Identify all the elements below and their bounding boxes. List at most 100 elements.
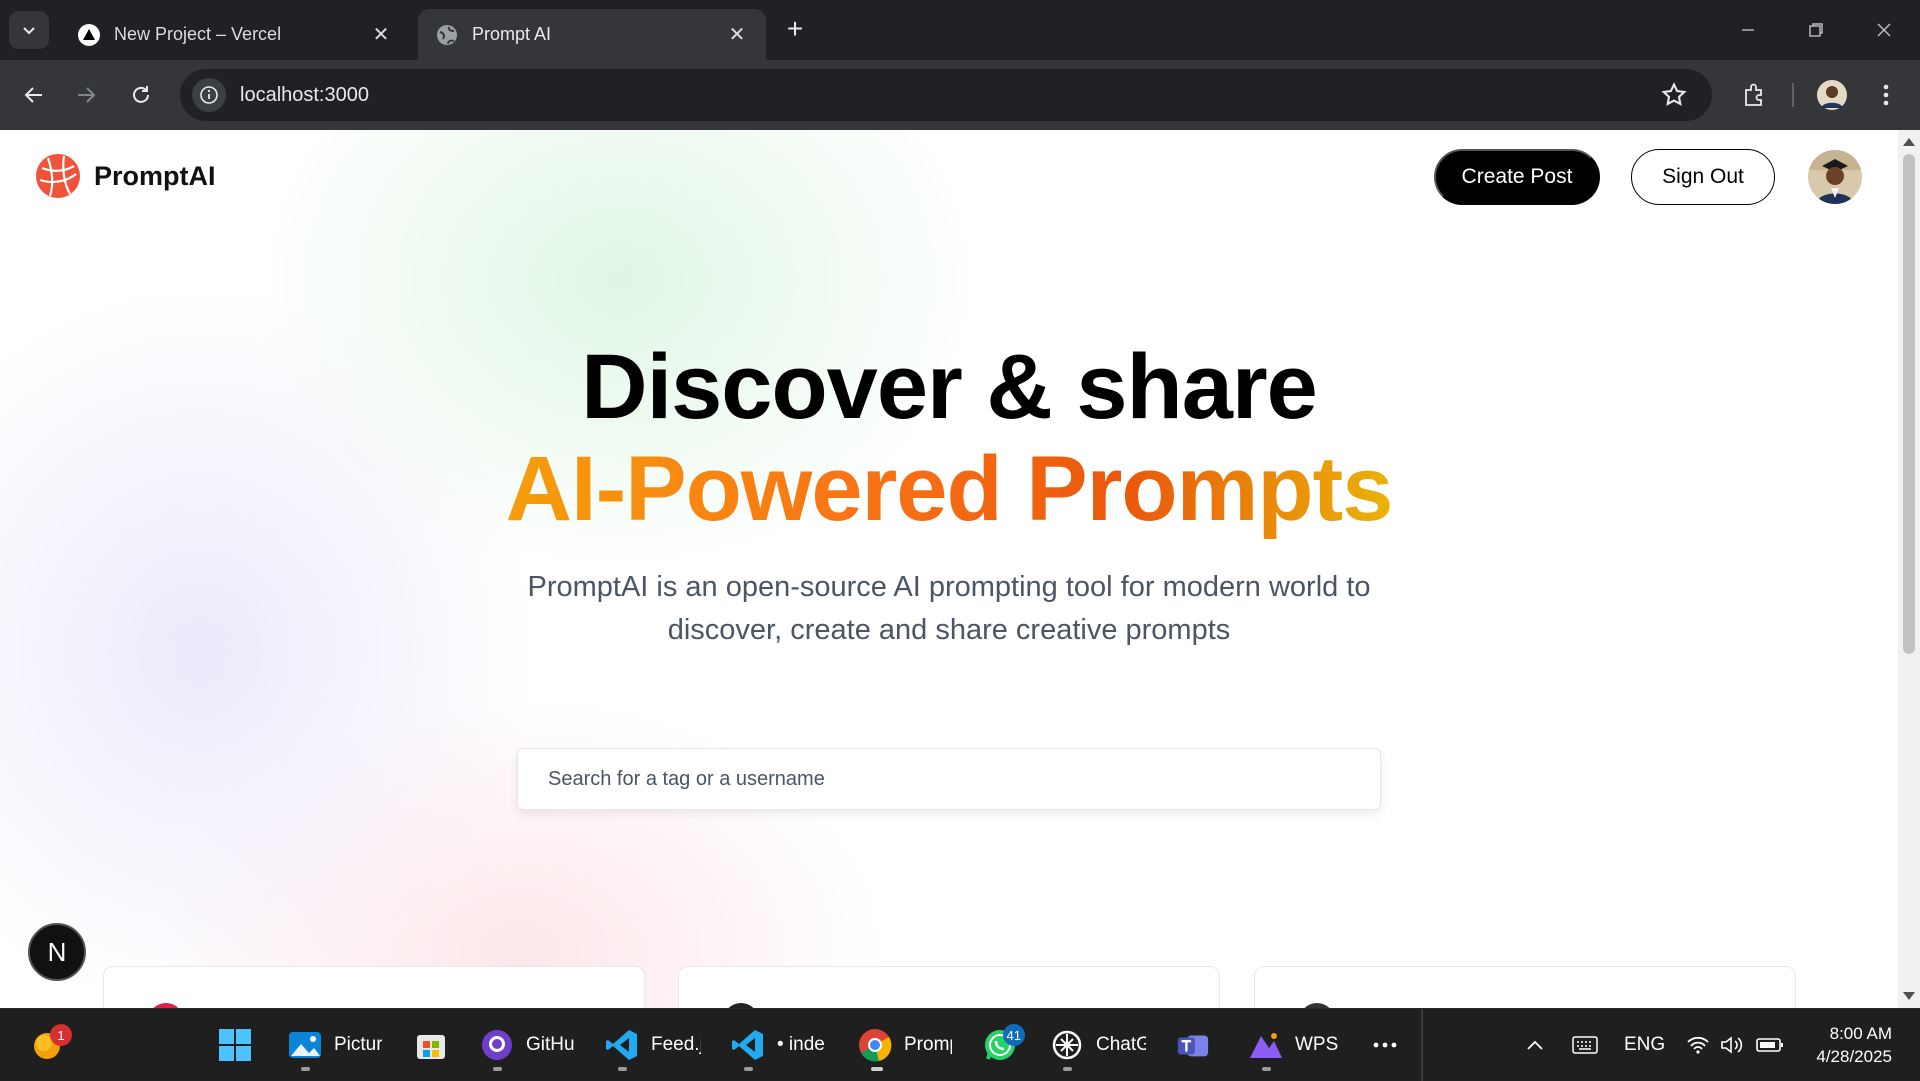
chrome-icon: [858, 1028, 892, 1062]
tab-prompt-ai[interactable]: Prompt AI ✕: [418, 9, 766, 60]
widgets-button[interactable]: 1: [30, 1019, 72, 1071]
reload-button[interactable]: [121, 75, 161, 115]
running-indicator: [301, 1067, 310, 1071]
weather-icon: 1: [30, 1024, 72, 1062]
nextjs-dev-indicator[interactable]: N: [28, 923, 86, 981]
browser-toolbar: localhost:3000: [0, 60, 1920, 130]
windows-icon: [218, 1028, 252, 1062]
hero-highlight-text: AI-Powered Prompts: [505, 438, 1394, 540]
tab-title: New Project – Vercel: [114, 24, 282, 44]
close-window-button[interactable]: [1864, 12, 1904, 48]
toolbar-divider: [1792, 83, 1794, 107]
windows-taskbar: 1 Pictur GitHu Feed.j • inde Prom 41 Cha…: [0, 1008, 1920, 1081]
address-bar[interactable]: localhost:3000: [180, 69, 1712, 121]
reload-icon: [133, 86, 149, 103]
running-indicator: [1063, 1067, 1072, 1071]
taskbar-divider: [1421, 1009, 1423, 1081]
profile-button[interactable]: [1814, 77, 1850, 113]
bookmark-star-icon[interactable]: [1660, 81, 1688, 109]
vscode-icon: [731, 1028, 765, 1062]
avatar: [1817, 80, 1847, 110]
taskbar-app-whatsapp[interactable]: 41: [983, 1019, 1025, 1071]
close-icon[interactable]: ✕: [726, 24, 748, 46]
url-text[interactable]: localhost:3000: [240, 84, 369, 107]
vercel-icon: [78, 23, 100, 46]
taskbar-app-vscode-feed[interactable]: Feed.j: [605, 1019, 701, 1071]
running-indicator: [744, 1067, 753, 1071]
prompt-card[interactable]: [1254, 966, 1796, 1008]
user-avatar[interactable]: [1808, 150, 1862, 204]
taskbar-app-photos[interactable]: Pictur: [288, 1019, 382, 1071]
page-viewport: PromptAI Create Post Sign Out Discover &…: [0, 130, 1898, 1008]
taskbar-app-chatgpt[interactable]: ChatG: [1050, 1019, 1146, 1071]
battery-button[interactable]: [1756, 1009, 1784, 1081]
back-button[interactable]: [14, 75, 54, 115]
wps-icon: [1249, 1028, 1283, 1062]
running-indicator: [618, 1067, 627, 1071]
show-hidden-icons-button[interactable]: [1526, 1009, 1544, 1081]
network-button[interactable]: [1686, 1009, 1710, 1081]
create-post-button[interactable]: Create Post: [1434, 149, 1600, 205]
language-indicator[interactable]: ENG: [1624, 1009, 1665, 1081]
arrow-right-icon: [78, 87, 96, 103]
page-scrollbar[interactable]: [1898, 130, 1920, 1008]
running-indicator: [493, 1067, 502, 1071]
prompt-card[interactable]: [103, 966, 645, 1008]
close-icon[interactable]: ✕: [370, 24, 392, 46]
forward-button[interactable]: [66, 75, 106, 115]
site-info-button[interactable]: [192, 78, 226, 112]
extensions-button[interactable]: [1736, 77, 1772, 113]
speaker-icon: [1721, 1036, 1743, 1054]
github-icon: [480, 1028, 514, 1062]
keyboard-icon: [1572, 1036, 1598, 1054]
sign-out-button[interactable]: Sign Out: [1631, 149, 1775, 205]
info-icon: [200, 86, 218, 104]
taskbar-app-teams[interactable]: [1176, 1019, 1210, 1071]
store-icon: [414, 1028, 448, 1062]
touch-keyboard-button[interactable]: [1572, 1009, 1598, 1081]
start-button[interactable]: [218, 1019, 252, 1071]
notification-badge: 41: [1002, 1024, 1025, 1046]
taskbar-app-label: Pictur: [334, 1034, 382, 1055]
taskbar-app-label: WPS: [1295, 1034, 1339, 1055]
minimize-button[interactable]: [1728, 12, 1768, 48]
vscode-icon: [605, 1028, 639, 1062]
puzzle-icon: [1745, 83, 1762, 106]
hero-highlight: AI-Powered Prompts: [0, 437, 1898, 542]
clock-time: 8:00 AM: [1829, 1024, 1892, 1043]
more-vertical-icon: [1883, 84, 1889, 106]
new-tab-button[interactable]: +: [780, 14, 810, 44]
taskbar-app-vscode-index[interactable]: • inde: [731, 1019, 827, 1071]
volume-button[interactable]: [1720, 1009, 1744, 1081]
promptai-logo-icon: [36, 154, 80, 198]
taskbar-more-button[interactable]: [1368, 1019, 1402, 1071]
search-input[interactable]: [517, 748, 1381, 810]
taskbar-app-wps[interactable]: WPS: [1249, 1019, 1345, 1071]
taskbar-app-github[interactable]: GitHu: [480, 1019, 576, 1071]
restore-button[interactable]: [1796, 12, 1836, 48]
tab-search-button[interactable]: [9, 11, 49, 49]
brand-link[interactable]: PromptAI: [34, 152, 216, 200]
tab-strip: New Project – Vercel ✕ Prompt AI ✕ +: [0, 0, 1920, 60]
taskbar-app-store[interactable]: [414, 1019, 448, 1071]
hero-heading: Discover & share: [581, 336, 1318, 438]
close-icon: [1877, 23, 1891, 37]
taskbar-app-chrome[interactable]: Promp: [858, 1019, 952, 1071]
scrollbar-thumb[interactable]: [1903, 154, 1915, 654]
tab-title: Prompt AI: [472, 24, 552, 44]
brand-name: PromptAI: [94, 160, 216, 191]
battery-icon: [1756, 1038, 1783, 1052]
scroll-down-arrow[interactable]: [1903, 992, 1915, 1000]
running-indicator: [871, 1067, 883, 1071]
more-horizontal-icon: [1368, 1028, 1402, 1062]
restore-icon: [1809, 23, 1823, 37]
clock[interactable]: 8:00 AM 4/28/2025: [1806, 1009, 1892, 1081]
minimize-icon: [1742, 29, 1754, 31]
prompt-card[interactable]: [678, 966, 1220, 1008]
menu-button[interactable]: [1868, 77, 1904, 113]
notification-badge: 1: [50, 1024, 72, 1046]
scroll-up-arrow[interactable]: [1903, 138, 1915, 146]
tab-vercel[interactable]: New Project – Vercel ✕: [60, 9, 410, 60]
taskbar-app-label: Promp: [904, 1034, 952, 1055]
taskbar-app-label: • inde: [777, 1034, 825, 1055]
